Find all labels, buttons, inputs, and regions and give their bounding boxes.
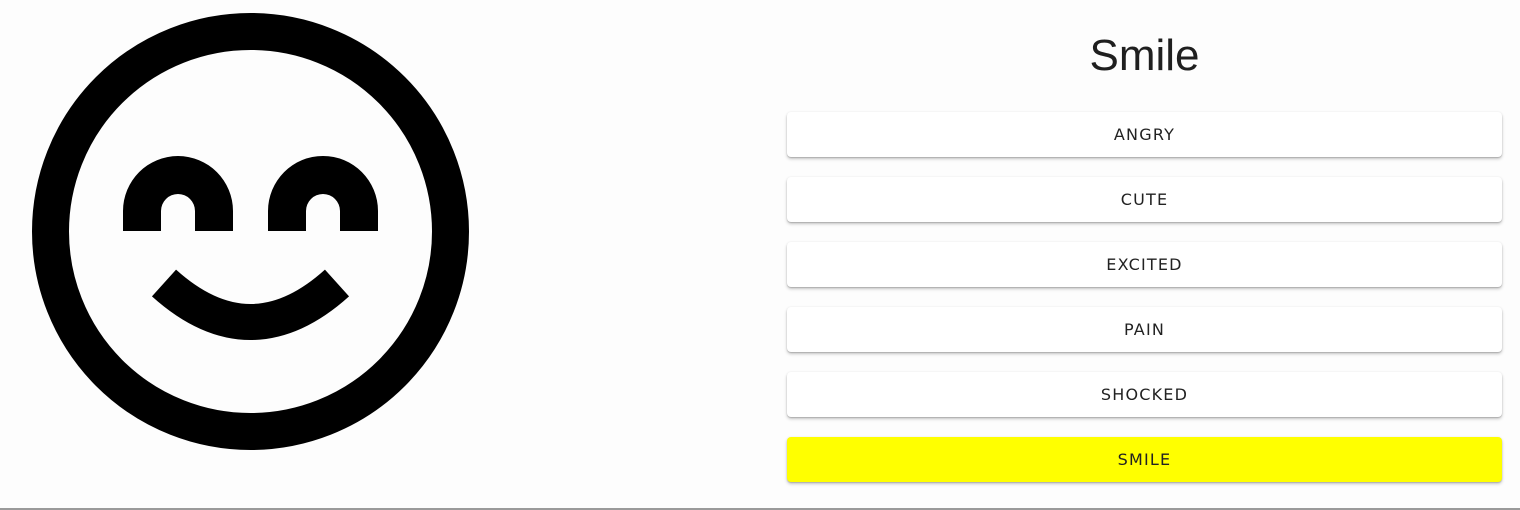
shocked-button[interactable]: SHOCKED <box>787 372 1502 417</box>
page-title: Smile <box>1089 31 1200 80</box>
face-display <box>30 11 471 452</box>
list-item: EXCITED <box>787 242 1502 287</box>
list-item: PAIN <box>787 307 1502 352</box>
smile-face-icon <box>32 13 469 450</box>
excited-button[interactable]: EXCITED <box>787 242 1502 287</box>
list-item: SHOCKED <box>787 372 1502 417</box>
list-item: SMILE <box>787 437 1502 482</box>
cute-button[interactable]: CUTE <box>787 177 1502 222</box>
smile-button[interactable]: SMILE <box>787 437 1502 482</box>
list-item: CUTE <box>787 177 1502 222</box>
pain-button[interactable]: PAIN <box>787 307 1502 352</box>
list-item: ANGRY <box>787 112 1502 157</box>
emotion-list: ANGRY CUTE EXCITED PAIN SHOCKED SMILE <box>787 112 1502 502</box>
angry-button[interactable]: ANGRY <box>787 112 1502 157</box>
